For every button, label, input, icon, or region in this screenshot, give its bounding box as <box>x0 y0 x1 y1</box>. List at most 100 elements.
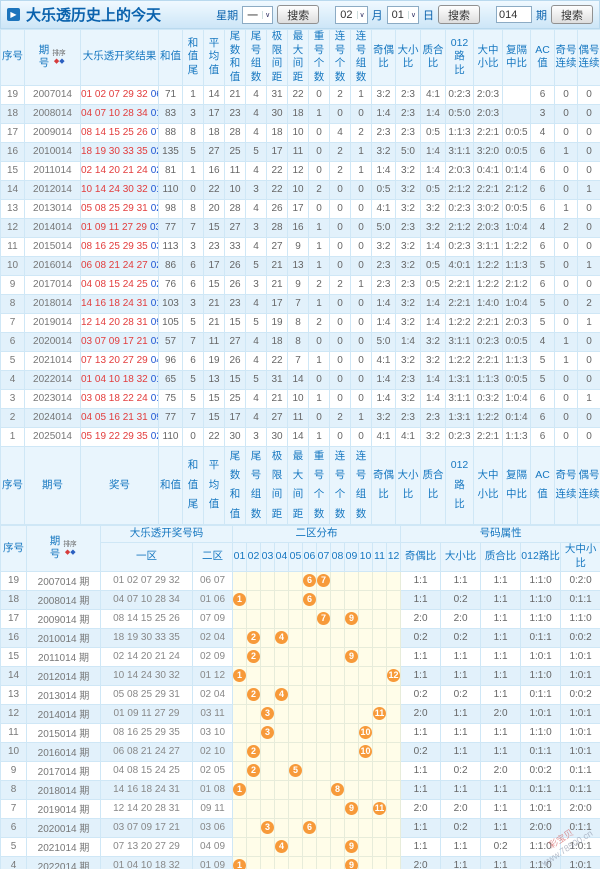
week-search-button[interactable]: 搜索 <box>277 5 319 24</box>
stat-cell: 0 <box>330 370 351 389</box>
table1-body: 19200701401 02 07 29 3206 07711142143122… <box>1 85 600 525</box>
seq-cell: 10 <box>1 742 27 761</box>
stat-cell: 10 <box>225 180 246 199</box>
column-header: 最大 间距 <box>288 446 309 525</box>
attr-cell: 0:2 <box>401 742 441 761</box>
stat-cell: 0:0:5 <box>503 142 531 161</box>
stat-cell: 4 <box>246 161 267 180</box>
issue-input[interactable] <box>496 6 532 23</box>
attr-cell: 1:1 <box>481 590 521 609</box>
distribution-cell <box>233 761 247 780</box>
stat-cell: 28 <box>267 218 288 237</box>
stat-cell: 3 <box>246 218 267 237</box>
column-header: 大中 小比 <box>474 30 503 86</box>
stat-cell: 5 <box>183 370 204 389</box>
stat-cell: 0 <box>309 408 330 427</box>
issue-cell: 2011014 期 <box>27 647 101 666</box>
distribution-cell <box>261 742 275 761</box>
seq-cell: 5 <box>1 837 27 856</box>
distribution-cell <box>359 609 373 628</box>
stat-cell: 19 <box>267 313 288 332</box>
day-select-value: 01 <box>392 9 404 21</box>
stat-cell: 3 <box>183 237 204 256</box>
stat-cell: 0 <box>309 161 330 180</box>
distribution-cell <box>247 704 261 723</box>
result-cell: 06 08 21 24 2702 10 <box>81 256 159 275</box>
stat-cell: 3 <box>246 427 267 446</box>
distribution-cell <box>331 761 345 780</box>
lottery-ball: 4 <box>275 688 288 701</box>
stat-cell: 0 <box>555 389 578 408</box>
distribution-cell <box>233 609 247 628</box>
table-row: 5202101407 13 20 27 2904 099661926422710… <box>1 351 600 370</box>
sort-control[interactable]: 排序◆◆ <box>63 541 77 556</box>
stat-cell: 0:0:5 <box>503 199 531 218</box>
stat-cell: 8 <box>288 313 309 332</box>
stat-cell: 3:2 <box>421 351 446 370</box>
zone1-cell: 18 19 30 33 35 <box>101 628 193 647</box>
stat-cell: 0 <box>555 180 578 199</box>
seq-cell: 11 <box>1 237 25 256</box>
stat-cell: 57 <box>159 332 183 351</box>
stat-cell: 6 <box>183 256 204 275</box>
distribution-cell <box>289 666 303 685</box>
zone1-cell: 01 02 07 29 32 <box>101 571 193 590</box>
issue-cell: 2025014 <box>25 427 81 446</box>
distribution-cell: 5 <box>289 761 303 780</box>
result-cell: 02 14 20 21 2402 09 <box>81 161 159 180</box>
day-select[interactable]: 01∨ <box>387 6 419 24</box>
stat-cell: 5 <box>531 256 555 275</box>
table-row: 182008014 期04 07 10 28 3401 06161:10:21:… <box>1 590 600 609</box>
date-search-button[interactable]: 搜索 <box>438 5 480 24</box>
issue-cell: 2008014 期 <box>27 590 101 609</box>
issue-cell: 2009014 期 <box>27 609 101 628</box>
zone2-cell: 02 04 <box>193 685 233 704</box>
seq-cell: 11 <box>1 723 27 742</box>
issue-cell: 2008014 <box>25 104 81 123</box>
stat-cell: 1:2:2 <box>474 408 503 427</box>
stat-cell: 22 <box>267 180 288 199</box>
month-select[interactable]: 02∨ <box>335 6 367 24</box>
stat-cell: 0 <box>578 427 600 446</box>
attr-cell: 2:0 <box>481 704 521 723</box>
stat-cell: 0 <box>578 199 600 218</box>
stat-cell: 0 <box>351 237 372 256</box>
issue-search-button[interactable]: 搜索 <box>551 5 593 24</box>
distribution-cell <box>345 761 359 780</box>
history-stats-table: 序号期 号排序◆◆大乐透开奖结果和值和值 尾平均 值尾数 和值尾号 组数极限 间… <box>0 29 600 525</box>
zone1-cell: 10 14 24 30 32 <box>101 666 193 685</box>
stat-cell: 1 <box>555 332 578 351</box>
stat-cell: 1:2:2 <box>446 313 474 332</box>
distribution-cell <box>317 761 331 780</box>
stat-cell: 7 <box>288 351 309 370</box>
back-numbers: 03 10 <box>151 241 159 252</box>
front-numbers: 12 14 20 28 31 <box>81 317 148 328</box>
stat-cell: 0 <box>330 389 351 408</box>
stat-cell: 15 <box>225 313 246 332</box>
front-numbers: 01 02 07 29 32 <box>81 89 148 100</box>
distribution-cell <box>289 628 303 647</box>
distribution-cell <box>275 704 289 723</box>
week-select[interactable]: 一∨ <box>242 6 273 24</box>
seq-cell: 5 <box>1 351 25 370</box>
stat-cell: 77 <box>159 408 183 427</box>
sort-icons: ◆◆ <box>54 58 65 65</box>
column-header: 偶号 连续 <box>578 30 600 86</box>
distribution-cell <box>387 723 401 742</box>
attr-cell: 1:0:1 <box>521 704 561 723</box>
stat-cell: 17 <box>204 256 225 275</box>
stat-cell: 6 <box>531 180 555 199</box>
column-header: 质合 比 <box>421 30 446 86</box>
distribution-cell: 4 <box>275 837 289 856</box>
table-row: 132013014 期05 08 25 29 3102 04240:20:21:… <box>1 685 600 704</box>
stat-cell: 2:3 <box>396 123 421 142</box>
stat-cell: 0 <box>351 294 372 313</box>
attr-cell: 1:1 <box>481 628 521 647</box>
sort-control[interactable]: 排序◆◆ <box>52 50 66 65</box>
attr-cell: 1:1 <box>481 723 521 742</box>
stat-cell: 21 <box>267 389 288 408</box>
search-controls: 星期 一∨ 搜索 02∨ 月 01∨ 日 搜索 期 搜索 <box>216 5 593 24</box>
attr-cell: 0:2 <box>401 628 441 647</box>
stat-cell: 1:0:4 <box>503 389 531 408</box>
lottery-ball: 10 <box>359 726 372 739</box>
